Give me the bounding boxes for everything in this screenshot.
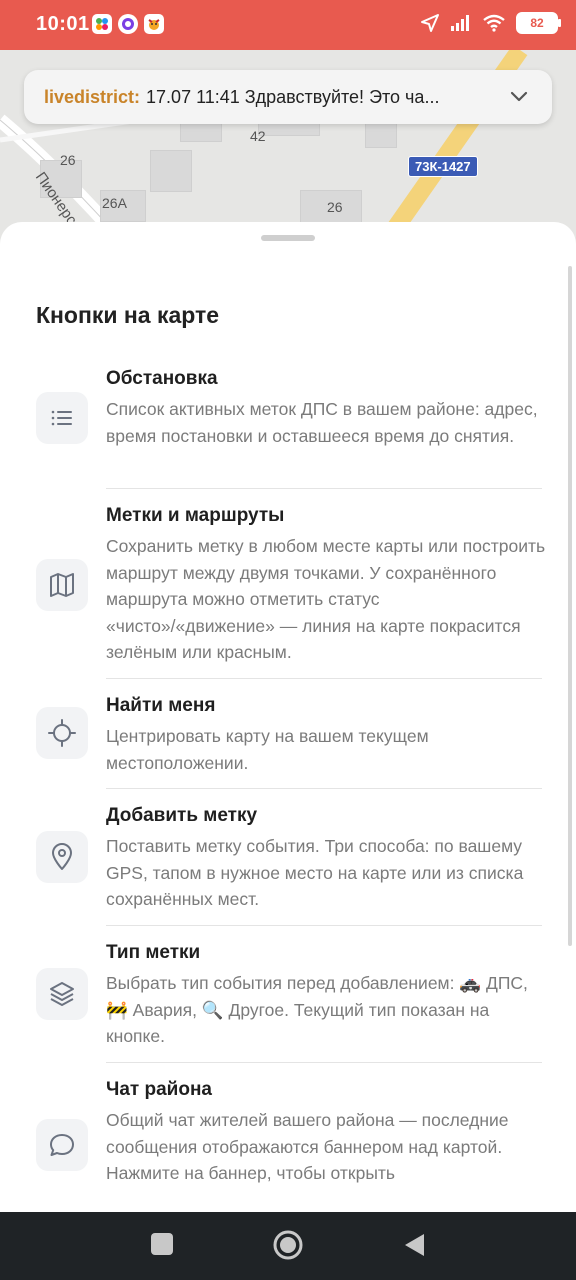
app-notification-icon xyxy=(92,14,112,34)
help-item-add-mark: Добавить метку Поставить метку события. … xyxy=(36,805,542,915)
help-item-title: Метки и маршруты xyxy=(106,505,285,526)
battery-level: 82 xyxy=(530,16,544,30)
system-indicators: 82 xyxy=(420,12,561,34)
help-item-mark-type: Тип метки Выбрать тип события перед доба… xyxy=(36,942,542,1052)
drag-handle[interactable] xyxy=(261,235,315,241)
list-icon xyxy=(36,392,88,444)
help-item-description: Общий чат жителей вашего района — послед… xyxy=(106,1110,509,1183)
map-label-house: 26 xyxy=(327,199,343,215)
help-item-title: Тип метки xyxy=(106,942,201,963)
battery-icon: 82 xyxy=(516,12,561,34)
help-item-district-chat: Чат района Общий чат жителей вашего райо… xyxy=(36,1079,542,1209)
map-label-house: 26А xyxy=(102,195,127,211)
game-notification-icon xyxy=(144,14,164,34)
help-item-description: Список активных меток ДПС в вашем районе… xyxy=(106,399,538,446)
crosshair-icon xyxy=(36,707,88,759)
divider xyxy=(106,1062,542,1063)
map-label-house: 42 xyxy=(250,128,266,144)
help-item-situation: Обстановка Список активных меток ДПС в в… xyxy=(36,368,542,478)
chat-banner[interactable]: livedistrict: 17.07 11:41 Здравствуйте! … xyxy=(24,70,552,124)
help-item-description: Поставить метку события. Три способа: по… xyxy=(106,836,524,909)
help-item-title: Найти меня xyxy=(106,695,216,716)
back-button[interactable] xyxy=(402,1232,426,1258)
divider xyxy=(106,788,542,789)
home-button[interactable] xyxy=(272,1229,304,1261)
status-bar: 10:01 82 xyxy=(0,0,576,50)
help-item-description: Выбрать тип события перед добавлением: 🚓… xyxy=(106,973,528,1046)
help-item-title: Добавить метку xyxy=(106,805,258,826)
signal-icon xyxy=(451,15,469,31)
help-item-title: Обстановка xyxy=(106,368,218,389)
help-item-find-me: Найти меня Центрировать карту на вашем т… xyxy=(36,695,542,775)
bottom-sheet: Кнопки на карте Обстановка Список активн… xyxy=(0,222,576,1212)
help-item-marks-routes: Метки и маршруты Сохранить метку в любом… xyxy=(36,505,545,675)
system-navigation-bar xyxy=(0,1212,576,1280)
messenger-notification-icon xyxy=(118,14,138,34)
help-item-title: Чат района xyxy=(106,1079,213,1100)
route-badge: 73К-1427 xyxy=(408,156,478,177)
notification-icons xyxy=(92,14,164,34)
help-item-description: Центрировать карту на вашем текущем мест… xyxy=(106,726,429,773)
divider xyxy=(106,925,542,926)
divider xyxy=(106,678,542,679)
divider xyxy=(106,488,542,489)
chat-bubble-icon xyxy=(36,1119,88,1171)
layers-icon xyxy=(36,968,88,1020)
map-icon xyxy=(36,559,88,611)
sheet-title: Кнопки на карте xyxy=(36,302,220,328)
wifi-icon xyxy=(483,14,505,32)
chevron-down-icon[interactable] xyxy=(506,84,532,110)
status-time: 10:01 xyxy=(36,13,90,35)
pin-icon xyxy=(36,831,88,883)
scrollbar[interactable] xyxy=(568,266,572,946)
location-arrow-icon xyxy=(421,14,439,32)
map-label-house: 26 xyxy=(60,152,76,168)
recents-button[interactable] xyxy=(150,1232,174,1256)
chat-author: livedistrict: xyxy=(44,86,141,107)
help-item-description: Сохранить метку в любом месте карты или … xyxy=(106,536,546,662)
chat-message-preview: 17.07 11:41 Здравствуйте! Это ча... xyxy=(146,86,440,107)
